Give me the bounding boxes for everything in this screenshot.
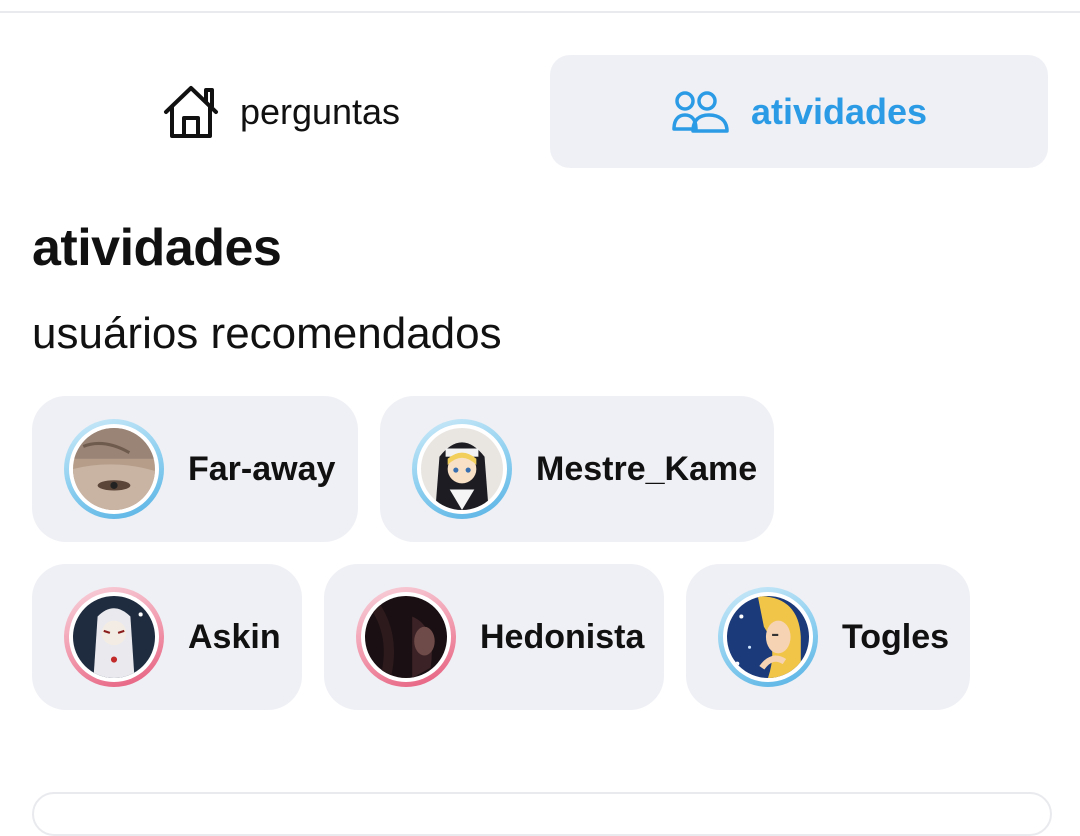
user-name: Far-away <box>188 449 336 488</box>
user-chip-hedonista[interactable]: Hedonista <box>324 564 664 710</box>
user-chip-mestre-kame[interactable]: Mestre_Kame <box>380 396 774 542</box>
avatar <box>73 428 155 510</box>
avatar <box>727 596 809 678</box>
user-name: Hedonista <box>480 617 645 656</box>
tab-perguntas-label: perguntas <box>239 90 401 132</box>
user-name: Askin <box>188 617 281 656</box>
avatar <box>421 428 503 510</box>
user-name: Togles <box>842 617 950 656</box>
section-subtitle: usuários recomendados <box>32 309 502 358</box>
avatar <box>365 596 447 678</box>
tab-atividades[interactable]: atividades <box>550 55 1048 168</box>
next-card-edge <box>32 792 1052 836</box>
avatar-ring <box>412 419 512 519</box>
home-icon <box>162 84 220 140</box>
user-chip-togles[interactable]: Togles <box>686 564 970 710</box>
user-name: Mestre_Kame <box>536 449 758 488</box>
user-chip-askin[interactable]: Askin <box>32 564 302 710</box>
user-chip-far-away[interactable]: Far-away <box>32 396 358 542</box>
top-divider <box>0 11 1080 13</box>
avatar-ring <box>718 587 818 687</box>
tab-atividades-label: atividades <box>750 90 928 132</box>
avatar-ring <box>64 587 164 687</box>
avatar-ring <box>356 587 456 687</box>
section-title: atividades <box>32 219 282 277</box>
users-icon <box>671 89 731 135</box>
avatar <box>73 596 155 678</box>
tab-perguntas[interactable]: perguntas <box>32 55 530 168</box>
avatar-ring <box>64 419 164 519</box>
